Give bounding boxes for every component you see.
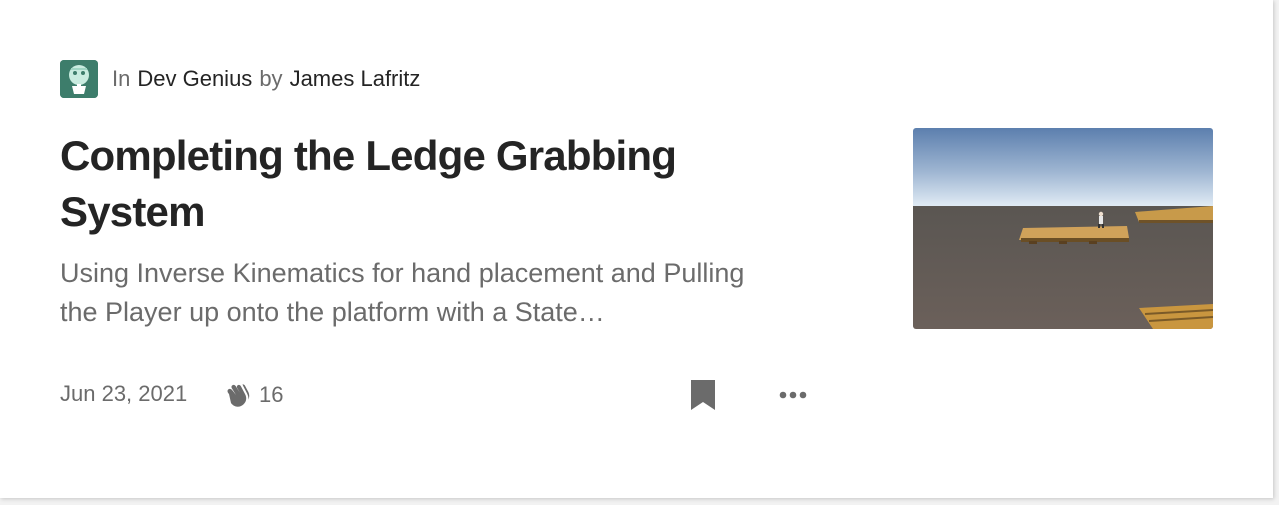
author-name-link[interactable]: James Lafritz (290, 66, 421, 92)
publication-prefix: In (112, 66, 131, 91)
more-icon[interactable] (776, 381, 810, 409)
clap-count-value: 16 (259, 382, 284, 407)
author-prefix: by (259, 66, 283, 91)
bookmark-icon[interactable] (689, 378, 717, 412)
post-meta: In Dev Genius by James Lafritz (60, 60, 420, 98)
post-footer: Jun 23, 2021 16 (60, 378, 820, 412)
publication-name-link[interactable]: Dev Genius (137, 66, 252, 92)
post-subtitle[interactable]: Using Inverse Kinematics for hand placem… (60, 254, 780, 332)
post-title[interactable]: Completing the Ledge Grabbing System (60, 128, 820, 240)
publication-logo[interactable] (60, 60, 98, 98)
post-card[interactable]: In Dev Genius by James Lafritz Completin… (0, 0, 1273, 498)
post-date: Jun 23, 2021 (60, 381, 188, 406)
thumbnail-image (913, 128, 1213, 329)
clap-count: 16 (222, 380, 283, 410)
post-thumbnail[interactable] (913, 128, 1213, 329)
clap-icon (227, 384, 250, 407)
